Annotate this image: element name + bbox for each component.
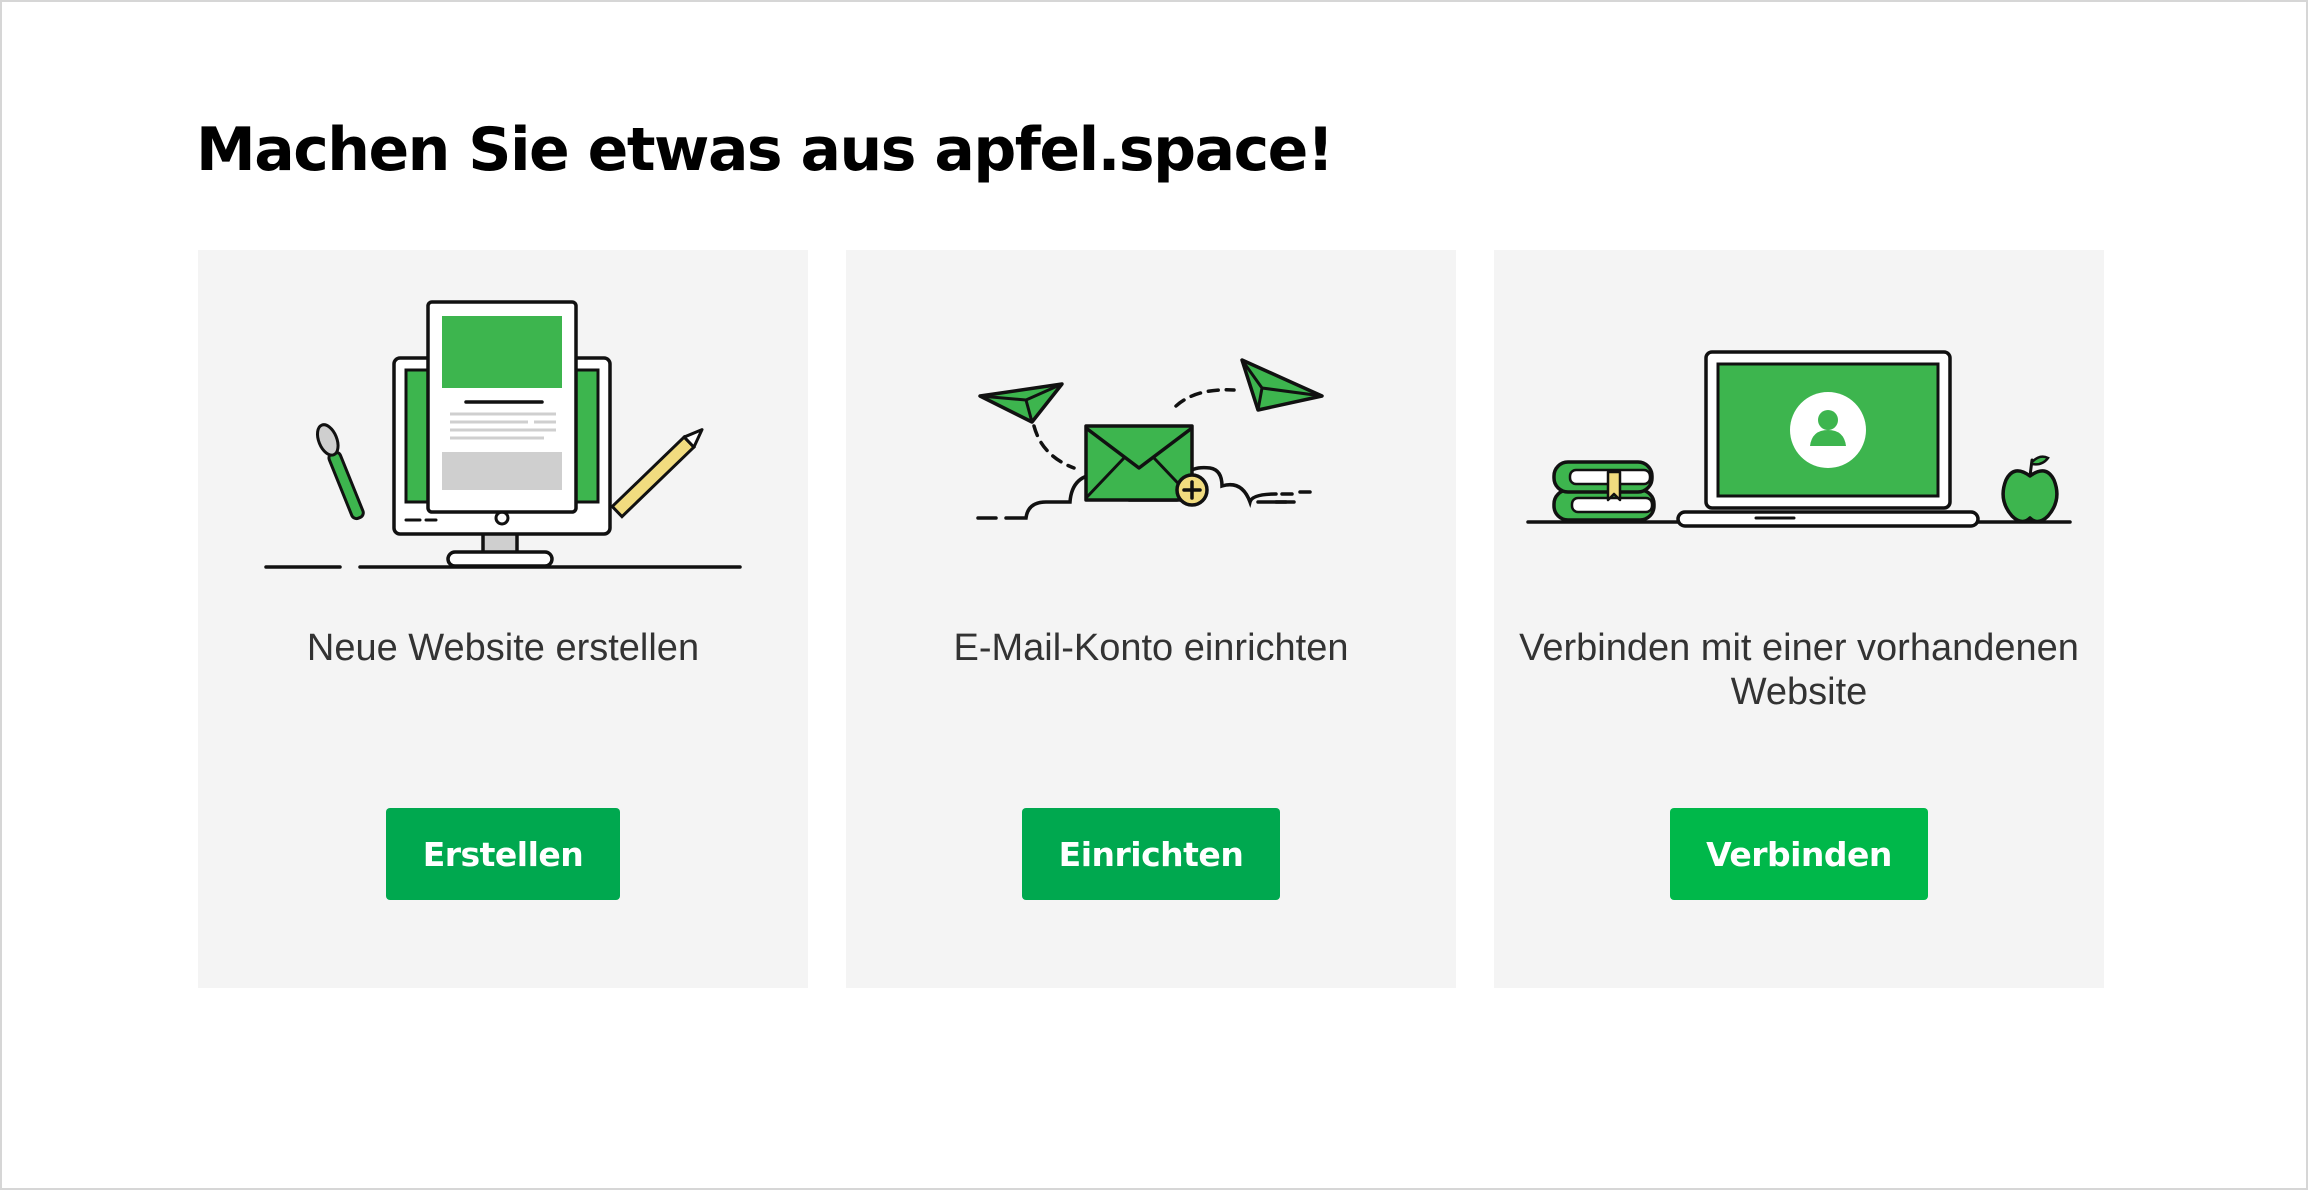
card-label: Verbinden mit einer vorhandenen Website (1519, 627, 2079, 713)
page-title: Machen Sie etwas aus apfel.space! (196, 115, 1334, 185)
card-label: E-Mail-Konto einrichten (953, 627, 1349, 669)
card-list: Neue Website erstellen Erstellen E-Mail-… (198, 250, 2104, 988)
connect-website-button[interactable]: Verbinden (1670, 808, 1928, 900)
envelope-paper-planes-icon (976, 358, 1324, 520)
create-website-button[interactable]: Erstellen (386, 808, 620, 900)
card-create-website: Neue Website erstellen Erstellen (198, 250, 808, 988)
monitor-website-icon (264, 300, 742, 569)
card-setup-email: E-Mail-Konto einrichten Einrichten (846, 250, 1456, 988)
card-connect-website: Verbinden mit einer vorhandenen Website … (1494, 250, 2104, 988)
page-frame: Machen Sie etwas aus apfel.space! Neue W… (0, 0, 2308, 1190)
laptop-user-icon (1526, 350, 2072, 528)
card-label: Neue Website erstellen (306, 627, 700, 669)
setup-email-button[interactable]: Einrichten (1022, 808, 1280, 900)
